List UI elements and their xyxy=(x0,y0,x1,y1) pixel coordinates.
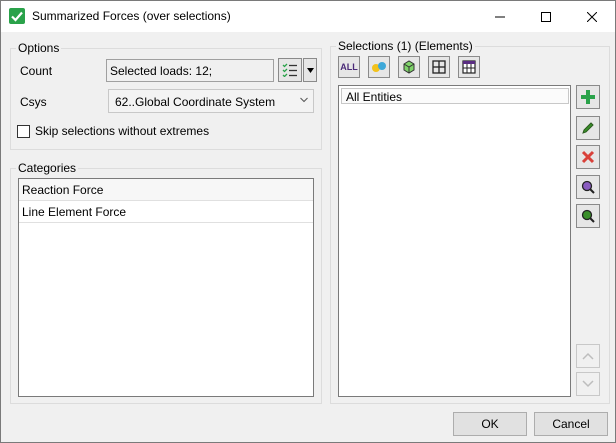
check-icon xyxy=(9,8,25,24)
minimize-icon xyxy=(495,16,505,17)
all-icon: ALL xyxy=(340,62,358,72)
close-icon xyxy=(587,11,597,22)
select-loads-dropdown[interactable] xyxy=(303,58,317,82)
options-group-label: Options xyxy=(16,41,62,55)
csys-select[interactable]: 62..Global Coordinate System xyxy=(108,89,314,113)
cancel-button[interactable]: Cancel xyxy=(534,412,608,436)
dialog-window: Summarized Forces (over selections) Opti… xyxy=(0,0,616,443)
categories-list: Reaction Force Line Element Force xyxy=(18,178,314,397)
select-grid-button[interactable] xyxy=(428,56,450,78)
selections-group-label: Selections (1) (Elements) xyxy=(336,39,475,53)
maximize-button[interactable] xyxy=(523,1,569,32)
csys-value: 62..Global Coordinate System xyxy=(115,95,276,109)
highlight-selection-button[interactable] xyxy=(576,204,600,228)
close-button[interactable] xyxy=(569,1,615,32)
move-up-button[interactable] xyxy=(576,344,600,368)
pencil-icon xyxy=(582,122,594,134)
add-selection-button[interactable] xyxy=(576,85,600,109)
chevron-down-icon xyxy=(306,67,314,73)
minimize-button[interactable] xyxy=(477,1,523,32)
category-item[interactable]: Line Element Force xyxy=(19,201,313,223)
chevron-up-icon xyxy=(582,352,594,360)
edit-selection-button[interactable] xyxy=(576,116,600,140)
table-icon xyxy=(462,60,476,74)
title-bar: Summarized Forces (over selections) xyxy=(1,1,615,32)
plus-icon xyxy=(581,90,595,104)
magnifier-icon xyxy=(581,180,595,194)
selections-list: All Entities xyxy=(338,85,571,397)
category-item[interactable]: Reaction Force xyxy=(19,179,313,201)
maximize-icon xyxy=(541,11,551,22)
count-field: Selected loads: 12; xyxy=(106,59,274,82)
delete-selection-button[interactable] xyxy=(576,145,600,169)
zoom-selection-button[interactable] xyxy=(576,175,600,199)
entities-icon xyxy=(372,62,386,72)
delete-icon xyxy=(581,150,595,164)
categories-group-label: Categories xyxy=(16,161,79,175)
select-table-button[interactable] xyxy=(458,56,480,78)
chevron-down-icon xyxy=(300,97,308,103)
selection-item[interactable]: All Entities xyxy=(341,88,569,104)
csys-label: Csys xyxy=(20,95,47,109)
chevron-down-icon xyxy=(582,380,594,388)
magnifier-green-icon xyxy=(581,209,595,223)
count-label: Count xyxy=(20,64,53,78)
window-title: Summarized Forces (over selections) xyxy=(32,9,231,23)
move-down-button[interactable] xyxy=(576,372,600,396)
skip-selections-label[interactable]: Skip selections without extremes xyxy=(35,124,209,138)
ok-button[interactable]: OK xyxy=(453,412,527,436)
grid-icon xyxy=(432,60,446,74)
checklist-icon xyxy=(282,63,297,77)
skip-selections-checkbox[interactable] xyxy=(17,125,30,138)
select-loads-button[interactable] xyxy=(278,58,302,82)
select-entities-button[interactable] xyxy=(368,56,390,78)
cube-icon xyxy=(403,60,415,74)
select-solid-button[interactable] xyxy=(398,56,420,78)
select-all-button[interactable]: ALL xyxy=(338,56,360,78)
